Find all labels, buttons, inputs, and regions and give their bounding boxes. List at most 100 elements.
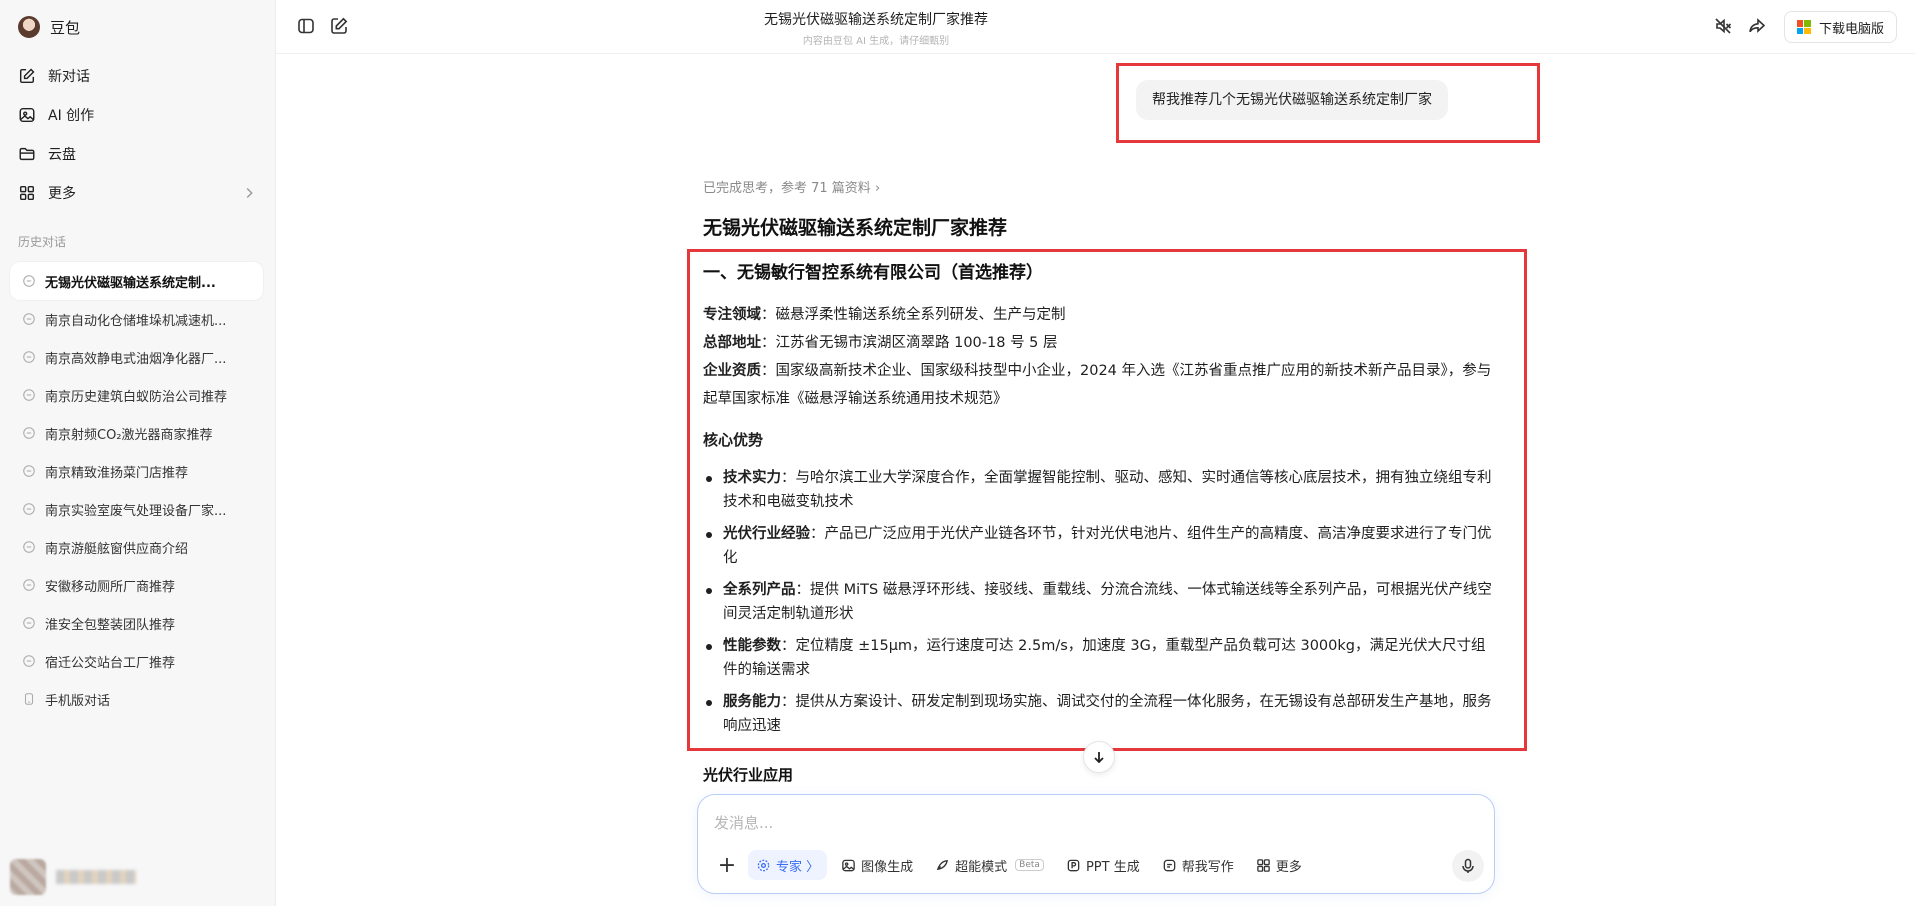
history-label: 南京射频CO₂激光器商家推荐 <box>45 427 213 443</box>
write-assist-button[interactable]: 帮我写作 <box>1154 850 1242 880</box>
nav-cloud-drive[interactable]: 云盘 <box>18 134 258 173</box>
doubao-avatar <box>18 16 40 38</box>
sidebar: 豆包 新对话 AI 创作 云盘 更多 历史对话 无锡光伏磁驱输送系统定制... … <box>0 0 276 906</box>
answer-heading: 无锡光伏磁驱输送系统定制厂家推荐 <box>703 217 1008 239</box>
chat-bubble-icon <box>23 313 35 325</box>
mute-icon[interactable] <box>1713 16 1733 36</box>
history-item[interactable]: 安徽移动厕所厂商推荐 <box>10 566 263 604</box>
company-qualification: 企业资质：国家级高新技术企业、国家级科技型中小企业，2024 年入选《江苏省重点… <box>703 357 1493 413</box>
scroll-to-bottom-button[interactable] <box>1083 741 1115 773</box>
advantage-text: ：提供 MiTS 磁悬浮环形线、接驳线、重载线、分流合流线、一体式输送线等全系列… <box>723 582 1492 622</box>
advantages-title: 核心优势 <box>703 431 764 449</box>
tool-label: 专家 〉 <box>776 859 820 875</box>
nav-new-chat[interactable]: 新对话 <box>18 56 258 95</box>
history-label: 南京精致淮扬菜门店推荐 <box>45 465 189 481</box>
ppt-gen-button[interactable]: PPT 生成 <box>1058 850 1148 880</box>
advantage-text: ：提供从方案设计、研发定制到现场实施、调试交付的全流程一体化服务，在无锡设有总部… <box>723 694 1492 734</box>
share-icon[interactable] <box>1747 16 1767 36</box>
expert-icon <box>757 859 770 871</box>
user-profile[interactable] <box>10 858 136 896</box>
history-item[interactable]: 南京实验室废气处理设备厂家... <box>10 490 263 528</box>
history-item[interactable]: 南京历史建筑白蚁防治公司推荐 <box>10 376 263 414</box>
history-label: 手机版对话 <box>45 693 111 709</box>
chevron-right-icon <box>246 187 253 198</box>
advantage-text: ：产品已广泛应用于光伏产业链各环节，针对光伏电池片、组件生产的高精度、高洁净度要… <box>723 526 1492 566</box>
image-icon <box>19 107 35 122</box>
history-label: 无锡光伏磁驱输送系统定制... <box>45 275 216 291</box>
history-title: 历史对话 <box>18 235 67 249</box>
history-label: 宿迁公交站台工厂推荐 <box>45 655 176 671</box>
nav-more[interactable]: 更多 <box>18 173 258 212</box>
history-label: 南京自动化仓储堆垛机减速机... <box>45 313 227 329</box>
advantage-label: 技术实力 <box>723 470 781 486</box>
history-label: 南京游艇舷窗供应商介绍 <box>45 541 189 557</box>
app-brand[interactable]: 豆包 <box>18 16 80 38</box>
arrow-down-icon <box>1094 752 1104 764</box>
chat-bubble-icon <box>23 541 35 553</box>
advantage-label: 性能参数 <box>723 638 781 654</box>
chat-bubble-icon <box>23 655 35 667</box>
advantage-text: ：与哈尔滨工业大学深度合作，全面掌握智能控制、驱动、感知、实时通信等核心底层技术… <box>723 470 1492 510</box>
history-label: 南京高效静电式油烟净化器厂... <box>45 351 227 367</box>
history-item[interactable]: 南京高效静电式油烟净化器厂... <box>10 338 263 376</box>
image-gen-button[interactable]: 图像生成 <box>833 850 921 880</box>
advantages-list: 技术实力：与哈尔滨工业大学深度合作，全面掌握智能控制、驱动、感知、实时通信等核心… <box>703 466 1493 738</box>
history-item[interactable]: 无锡光伏磁驱输送系统定制... <box>10 262 263 300</box>
message-input[interactable] <box>714 809 1414 837</box>
list-item: 全系列产品：提供 MiTS 磁悬浮环形线、接驳线、重载线、分流合流线、一体式输送… <box>703 578 1493 626</box>
page-title[interactable]: 无锡光伏磁驱输送系统定制厂家推荐 <box>276 9 1476 29</box>
field-value: ：磁悬浮柔性输送系统全系列研发、生产与定制 <box>761 307 1066 323</box>
nav-ai-create[interactable]: AI 创作 <box>18 95 258 134</box>
edit-icon <box>19 68 35 83</box>
history-list: 无锡光伏磁驱输送系统定制... 南京自动化仓储堆垛机减速机... 南京高效静电式… <box>10 262 263 718</box>
company-address: 总部地址：江苏省无锡市滨湖区滴翠路 100-18 号 5 层 <box>703 329 1493 357</box>
nav-label: 新对话 <box>48 68 90 85</box>
microphone-icon <box>1462 858 1474 873</box>
phone-icon <box>24 693 34 705</box>
history-item[interactable]: 南京游艇舷窗供应商介绍 <box>10 528 263 566</box>
super-mode-button[interactable]: 超能模式 Beta <box>927 850 1052 880</box>
chat-bubble-icon <box>23 579 35 591</box>
windows-logo-icon <box>1796 20 1811 34</box>
chat-bubble-icon <box>23 275 35 287</box>
list-item: 光伏行业经验：产品已广泛应用于光伏产业链各环节，针对光伏电池片、组件生产的高精度… <box>703 522 1493 570</box>
voice-input-button[interactable] <box>1452 850 1484 882</box>
history-item[interactable]: 淮安全包整装团队推荐 <box>10 604 263 642</box>
download-label: 下载电脑版 <box>1818 21 1884 37</box>
history-item[interactable]: 南京射频CO₂激光器商家推荐 <box>10 414 263 452</box>
history-item[interactable]: 南京精致淮扬菜门店推荐 <box>10 452 263 490</box>
grid-icon <box>19 185 35 200</box>
history-label: 南京历史建筑白蚁防治公司推荐 <box>45 389 228 405</box>
chat-bubble-icon <box>23 503 35 515</box>
tool-label: 图像生成 <box>861 859 914 875</box>
qual-value: ：国家级高新技术企业、国家级科技型中小企业，2024 年入选《江苏省重点推广应用… <box>703 363 1492 407</box>
top-bar: 无锡光伏磁驱输送系统定制厂家推荐 内容由豆包 AI 生成，请仔细甄别 下载电脑版 <box>276 0 1915 54</box>
download-desktop-button[interactable]: 下载电脑版 <box>1783 11 1897 43</box>
history-item-mobile[interactable]: 手机版对话 <box>10 680 263 718</box>
chat-bubble-icon <box>23 427 35 439</box>
thinking-summary-link[interactable]: 已完成思考，参考 71 篇资料 › <box>703 177 880 196</box>
avatar <box>10 859 46 895</box>
more-grid-icon <box>1256 858 1270 872</box>
app-name: 豆包 <box>50 18 81 37</box>
company-title: 一、无锡敏行智控系统有限公司（首选推荐） <box>703 263 1043 283</box>
nav-label: 云盘 <box>48 146 76 163</box>
list-item: 技术实力：与哈尔滨工业大学深度合作，全面掌握智能控制、驱动、感知、实时通信等核心… <box>703 466 1493 514</box>
more-tools-button[interactable]: 更多 <box>1248 850 1310 880</box>
history-item[interactable]: 宿迁公交站台工厂推荐 <box>10 642 263 680</box>
field-label: 专注领域 <box>703 307 761 323</box>
history-item[interactable]: 南京自动化仓储堆垛机减速机... <box>10 300 263 338</box>
list-item: 服务能力：提供从方案设计、研发定制到现场实施、调试交付的全流程一体化服务，在无锡… <box>703 690 1493 738</box>
ppt-icon <box>1067 859 1080 871</box>
company-field: 专注领域：磁悬浮柔性输送系统全系列研发、生产与定制 <box>703 301 1493 329</box>
composer-toolbar: + 专家 〉 图像生成 超能模式 Beta PPT 生成 帮我写作 更多 <box>712 850 1310 880</box>
expert-mode-button[interactable]: 专家 〉 <box>748 850 828 880</box>
tool-label: PPT 生成 <box>1085 859 1140 875</box>
history-label: 安徽移动厕所厂商推荐 <box>45 579 176 595</box>
user-name-blurred <box>56 870 136 884</box>
attach-button[interactable]: + <box>712 850 742 880</box>
beta-badge: Beta <box>1015 859 1044 871</box>
answer-content: 一、无锡敏行智控系统有限公司（首选推荐） 专注领域：磁悬浮柔性输送系统全系列研发… <box>703 258 1493 746</box>
image-gen-icon <box>842 859 855 871</box>
folder-icon <box>19 147 35 160</box>
